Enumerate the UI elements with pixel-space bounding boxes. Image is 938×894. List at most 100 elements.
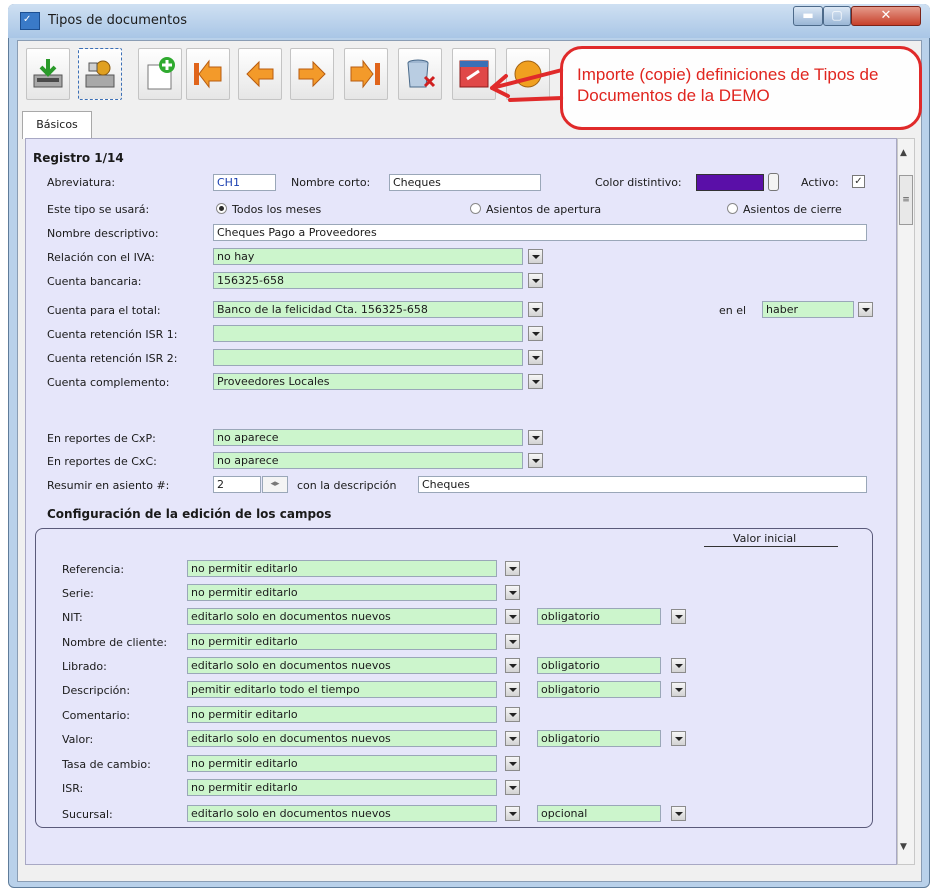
- config-mode-select[interactable]: no permitir editarlo: [187, 706, 497, 723]
- config-mode-select[interactable]: no permitir editarlo: [187, 633, 497, 650]
- config-required-select[interactable]: obligatorio: [537, 730, 661, 747]
- chevron-down-icon[interactable]: [505, 585, 520, 600]
- vertical-scrollbar[interactable]: [897, 138, 915, 865]
- cuenta-total-label: Cuenta para el total:: [47, 304, 161, 317]
- reportes-cxp-select[interactable]: no aparece: [213, 429, 523, 446]
- chevron-down-icon[interactable]: [505, 561, 520, 576]
- config-mode-select[interactable]: no permitir editarlo: [187, 755, 497, 772]
- abreviatura-input[interactable]: CH1: [213, 174, 276, 191]
- config-mode-select[interactable]: editarlo solo en documentos nuevos: [187, 608, 497, 625]
- settings-button[interactable]: [78, 48, 122, 100]
- chevron-down-icon[interactable]: [528, 350, 543, 365]
- minimize-button[interactable]: ▬: [793, 6, 823, 26]
- chevron-down-icon[interactable]: [671, 658, 686, 673]
- maximize-button[interactable]: ▢: [823, 6, 851, 26]
- chevron-down-icon[interactable]: [671, 806, 686, 821]
- chevron-down-icon[interactable]: [505, 707, 520, 722]
- config-required-select[interactable]: obligatorio: [537, 608, 661, 625]
- chevron-down-icon[interactable]: [528, 249, 543, 264]
- config-mode-select[interactable]: editarlo solo en documentos nuevos: [187, 805, 497, 822]
- config-mode-select[interactable]: pemitir editarlo todo el tiempo: [187, 681, 497, 698]
- radio-asientos-cierre[interactable]: [727, 203, 738, 214]
- activo-label: Activo:: [801, 176, 839, 189]
- radio-asientos-cierre-label: Asientos de cierre: [743, 203, 842, 216]
- chevron-down-icon[interactable]: [505, 609, 520, 624]
- chevron-down-icon[interactable]: [671, 682, 686, 697]
- chevron-down-icon[interactable]: [528, 453, 543, 468]
- config-mode-select[interactable]: no permitir editarlo: [187, 584, 497, 601]
- resumir-input[interactable]: 2: [213, 476, 261, 493]
- import-button[interactable]: [26, 48, 70, 100]
- chevron-down-icon[interactable]: [505, 682, 520, 697]
- close-button[interactable]: ✕: [851, 6, 921, 26]
- first-record-button[interactable]: [186, 48, 230, 100]
- app-icon: ✓: [20, 12, 40, 30]
- config-required-select[interactable]: obligatorio: [537, 681, 661, 698]
- radio-asientos-apertura[interactable]: [470, 203, 481, 214]
- config-row-label: Comentario:: [62, 709, 130, 722]
- config-mode-select[interactable]: editarlo solo en documentos nuevos: [187, 730, 497, 747]
- previous-record-button[interactable]: [238, 48, 282, 100]
- abreviatura-label: Abreviatura:: [47, 176, 116, 189]
- cuenta-total-select[interactable]: Banco de la felicidad Cta. 156325-658: [213, 301, 523, 318]
- delete-button[interactable]: [398, 48, 442, 100]
- chevron-down-icon[interactable]: [528, 430, 543, 445]
- tab-basicos[interactable]: Básicos: [22, 111, 92, 139]
- config-row-label: Referencia:: [62, 563, 125, 576]
- new-document-button[interactable]: [138, 48, 182, 100]
- config-required-select[interactable]: obligatorio: [537, 657, 661, 674]
- window-title: Tipos de documentos: [48, 13, 187, 28]
- resumir-spinner[interactable]: ◂▸: [262, 476, 288, 493]
- nombre-corto-input[interactable]: Cheques: [389, 174, 541, 191]
- chevron-down-icon[interactable]: [671, 609, 686, 624]
- last-record-button[interactable]: [344, 48, 388, 100]
- chevron-down-icon[interactable]: [505, 780, 520, 795]
- isr2-select[interactable]: [213, 349, 523, 366]
- config-mode-select[interactable]: no permitir editarlo: [187, 779, 497, 796]
- scroll-down-icon[interactable]: ▼: [900, 842, 907, 852]
- complemento-select[interactable]: Proveedores Locales: [213, 373, 523, 390]
- radio-todos-los-meses-label: Todos los meses: [232, 203, 322, 216]
- chevron-down-icon[interactable]: [505, 731, 520, 746]
- delete-icon: [407, 59, 436, 88]
- en-el-select[interactable]: haber: [762, 301, 854, 318]
- activo-checkbox[interactable]: ✓: [852, 175, 865, 188]
- chevron-down-icon[interactable]: [858, 302, 873, 317]
- chevron-down-icon[interactable]: [505, 806, 520, 821]
- color-distintivo-label: Color distintivo:: [595, 176, 682, 189]
- isr1-select[interactable]: [213, 325, 523, 342]
- descripcion-input[interactable]: Cheques: [418, 476, 867, 493]
- scroll-up-icon[interactable]: ▲: [900, 148, 907, 158]
- chevron-down-icon[interactable]: [505, 756, 520, 771]
- scroll-thumb[interactable]: ≡: [899, 175, 913, 225]
- config-row-label: Valor:: [62, 733, 94, 746]
- color-swatch[interactable]: [696, 174, 764, 191]
- en-el-label: en el: [719, 304, 747, 317]
- chevron-down-icon[interactable]: [528, 273, 543, 288]
- record-label: Registro 1/14: [33, 151, 124, 165]
- chevron-down-icon[interactable]: [528, 374, 543, 389]
- config-row-label: NIT:: [62, 611, 83, 624]
- nombre-descriptivo-input[interactable]: Cheques Pago a Proveedores: [213, 224, 867, 241]
- next-record-button[interactable]: [290, 48, 334, 100]
- chevron-down-icon[interactable]: [528, 326, 543, 341]
- radio-todos-los-meses[interactable]: [216, 203, 227, 214]
- new-document-icon: [147, 57, 175, 90]
- config-row-label: Serie:: [62, 587, 94, 600]
- chevron-down-icon[interactable]: [505, 634, 520, 649]
- config-row-label: ISR:: [62, 782, 84, 795]
- descripcion-label: con la descripción: [297, 479, 397, 492]
- chevron-down-icon[interactable]: [505, 658, 520, 673]
- color-picker-button[interactable]: [768, 173, 779, 191]
- previous-record-icon: [246, 60, 274, 88]
- valor-inicial-header: Valor inicial: [733, 532, 797, 545]
- config-mode-select[interactable]: editarlo solo en documentos nuevos: [187, 657, 497, 674]
- config-mode-select[interactable]: no permitir editarlo: [187, 560, 497, 577]
- cuenta-bancaria-select[interactable]: 156325-658: [213, 272, 523, 289]
- relacion-iva-select[interactable]: no hay: [213, 248, 523, 265]
- valor-inicial-underline: [704, 546, 838, 547]
- chevron-down-icon[interactable]: [528, 302, 543, 317]
- reportes-cxc-select[interactable]: no aparece: [213, 452, 523, 469]
- chevron-down-icon[interactable]: [671, 731, 686, 746]
- config-required-select[interactable]: opcional: [537, 805, 661, 822]
